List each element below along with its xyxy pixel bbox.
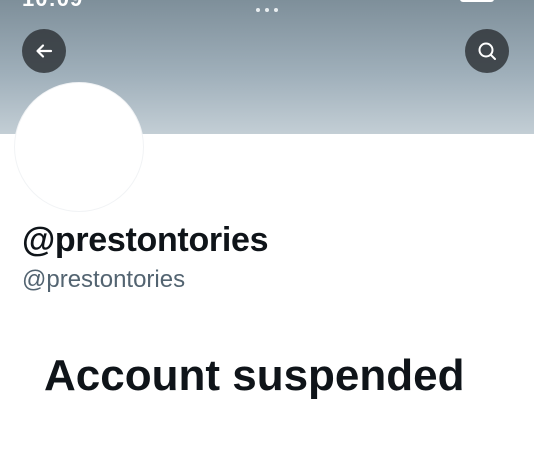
account-suspended-title: Account suspended	[44, 351, 465, 400]
battery-icon	[460, 0, 494, 2]
status-bar-indicators	[434, 0, 494, 4]
profile-display-name: @prestontories	[22, 221, 269, 259]
back-button[interactable]	[22, 29, 66, 73]
status-bar-time: 10:09	[22, 0, 83, 12]
avatar	[15, 83, 143, 211]
profile-handle: @prestontories	[22, 266, 186, 293]
arrow-left-icon	[36, 44, 53, 58]
search-icon	[478, 42, 496, 60]
search-button[interactable]	[465, 29, 509, 73]
profile-screen: 10:09 @prestontories @prestontories Acco…	[0, 0, 534, 462]
more-horizontal-icon[interactable]	[256, 8, 278, 14]
